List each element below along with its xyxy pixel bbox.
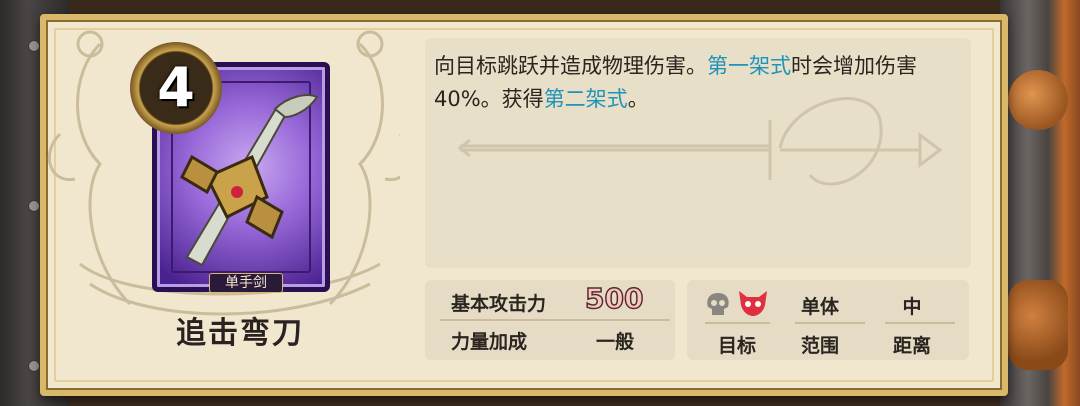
range-label: 范围 xyxy=(800,335,839,357)
skill-name: 追击弯刀 xyxy=(176,316,304,351)
right-frame xyxy=(1000,0,1080,406)
base-attack-label: 基本攻击力 xyxy=(451,293,547,315)
description-text: 向目标跳跃并造成物理伤害。 xyxy=(434,54,707,78)
pipe-decoration xyxy=(1008,280,1068,370)
target-label: 目标 xyxy=(717,335,756,357)
divider xyxy=(440,319,670,321)
stance-two-keyword[interactable]: 第二架式 xyxy=(544,87,628,111)
stance-one-keyword[interactable]: 第一架式 xyxy=(707,54,791,78)
demon-icon xyxy=(739,291,767,316)
pipe-decoration xyxy=(1008,70,1068,130)
base-attack-value: 500 xyxy=(584,281,644,316)
strength-bonus-value: 一般 xyxy=(596,331,635,353)
weapon-type-label: 单手剑 xyxy=(209,273,283,293)
description-text: 。 xyxy=(627,87,649,111)
skull-icon xyxy=(707,293,729,315)
skill-description: 向目标跳跃并造成物理伤害。第一架式时会增加伤害40%。获得第二架式。 xyxy=(434,50,974,116)
cost-value: 4 xyxy=(157,56,195,119)
bolt-icon xyxy=(28,360,40,372)
distance-label: 距离 xyxy=(892,335,931,357)
cost-badge: 4 xyxy=(130,42,222,134)
divider xyxy=(705,322,955,324)
range-value: 单体 xyxy=(800,296,839,318)
strength-bonus-label: 力量加成 xyxy=(451,331,528,353)
distance-value: 中 xyxy=(902,296,922,318)
